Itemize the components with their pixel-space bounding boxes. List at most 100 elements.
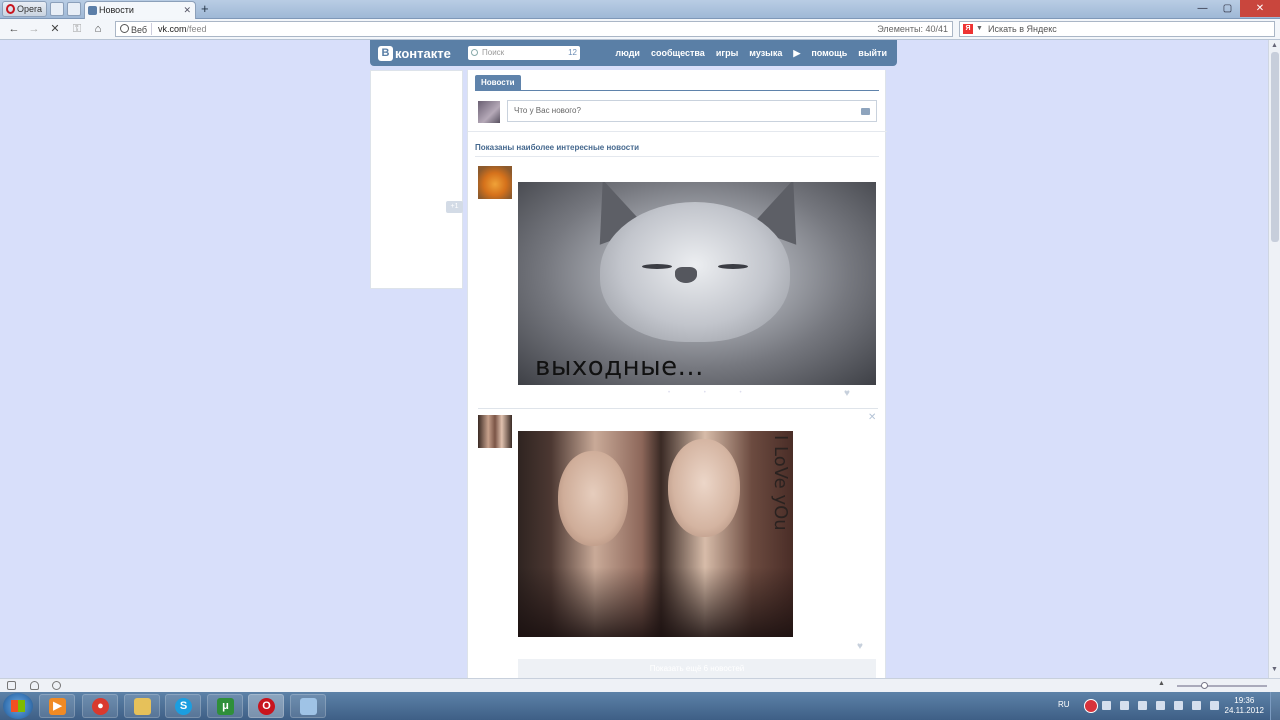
divider [478, 408, 878, 409]
scroll-down-icon[interactable]: ▼ [1271, 666, 1278, 673]
chevron-down-icon[interactable]: ▼ [976, 22, 983, 36]
clock-date: 24.11.2012 [1224, 706, 1264, 715]
yandex-search-field[interactable]: Я ▼ Искать в Яндекс [959, 21, 1275, 37]
windows-flag [11, 700, 25, 712]
post-image-caption: выходные... [535, 352, 704, 382]
maximize-button[interactable]: ▢ [1215, 0, 1240, 17]
forward-icon[interactable]: → [26, 22, 42, 36]
language-indicator[interactable]: RU [1058, 700, 1070, 709]
web-badge[interactable]: Веб [118, 23, 153, 35]
camera-icon[interactable] [861, 108, 870, 115]
post-photo-cat[interactable]: выходные... [518, 182, 876, 385]
tray-stop-icon[interactable] [1102, 701, 1111, 710]
new-post-placeholder: Что у Вас нового? [514, 106, 581, 115]
scrollbar-thumb[interactable] [1271, 52, 1279, 242]
photo-shade [518, 567, 793, 637]
skype-glyph: S [175, 698, 192, 715]
tab-close-icon[interactable]: ✕ [183, 2, 191, 18]
minimize-button[interactable]: — [1190, 0, 1215, 17]
record-icon[interactable] [1084, 699, 1098, 713]
zoom-slider-knob[interactable] [1201, 682, 1208, 689]
opera-menu-label: Opera [17, 4, 43, 14]
chrome-glyph: ● [92, 698, 109, 715]
menu-help[interactable]: помощь [811, 48, 847, 58]
stop-icon[interactable]: ✕ [47, 22, 63, 36]
heart-icon[interactable]: ♥ [857, 641, 863, 652]
key-icon[interactable]: ⚿ [69, 22, 85, 36]
close-icon[interactable]: ✕ [868, 412, 876, 423]
feed-tabs: Новости [475, 75, 521, 90]
post-author-avatar[interactable] [478, 415, 512, 448]
counter-badge[interactable]: +1 [446, 201, 463, 213]
address-toolbar: ← → ✕ ⚿ ⌂ Веб vk.com/feed Элементы: 40/4… [0, 19, 1280, 40]
vk-logo[interactable]: В контакте [378, 45, 451, 61]
notepad-glyph [300, 698, 317, 715]
opera-icon [6, 4, 15, 14]
vk-search-input[interactable]: Поиск 12 [468, 46, 580, 60]
loading-dots: • • • [668, 390, 758, 396]
opera-glyph: O [258, 698, 275, 715]
panel-icon[interactable] [7, 681, 16, 690]
notepad-icon[interactable] [290, 694, 326, 718]
show-hidden-icon[interactable] [1174, 701, 1183, 710]
home-icon[interactable]: ⌂ [90, 22, 106, 36]
opera-taskbar-icon[interactable]: O [248, 694, 284, 718]
vk-logo-letter: В [378, 45, 393, 61]
show-more-button[interactable]: Показать ещё 6 новостей [518, 659, 876, 678]
menu-people[interactable]: люди [615, 48, 640, 58]
panel-toggle-icon[interactable] [50, 2, 64, 16]
globe-icon [120, 24, 129, 33]
new-tab-button[interactable]: + [201, 1, 209, 17]
utorrent-icon[interactable]: μ [207, 694, 243, 718]
cloud-icon[interactable] [30, 681, 39, 690]
media-glyph: ▶ [49, 698, 66, 715]
volume-icon[interactable] [1210, 701, 1219, 710]
play-icon[interactable]: ▶ [793, 48, 800, 59]
vk-search-count: 12 [568, 48, 577, 57]
yandex-search-placeholder: Искать в Яндекс [988, 24, 1057, 34]
skype-icon[interactable]: S [165, 694, 201, 718]
media-player-icon[interactable]: ▶ [39, 694, 75, 718]
zoom-slider[interactable] [1177, 685, 1267, 687]
network-icon[interactable] [1192, 701, 1201, 710]
opera-menu-button[interactable]: Opera [2, 1, 47, 17]
cat-eye [642, 264, 672, 269]
menu-communities[interactable]: сообщества [651, 48, 705, 58]
post-photo-girls[interactable]: I LoVe yOu [518, 431, 793, 637]
address-field[interactable]: Веб vk.com/feed Элементы: 40/41 [115, 21, 953, 37]
windows-start-icon[interactable] [3, 693, 33, 719]
zoom-arrow-icon[interactable]: ▲ [1158, 680, 1165, 687]
tray-app-icon[interactable] [1156, 701, 1165, 710]
browser-tab-bar: Opera Новости ✕ + — ▢ ✕ [0, 0, 1280, 19]
turbo-icon[interactable] [52, 681, 61, 690]
tray-app-icon[interactable] [1120, 701, 1129, 710]
explorer-icon[interactable] [124, 694, 160, 718]
tab-news[interactable]: Новости ✕ [84, 1, 196, 19]
elements-counter: Элементы: 40/41 [877, 22, 948, 36]
menu-games[interactable]: игры [716, 48, 738, 58]
show-desktop-button[interactable] [1270, 692, 1280, 720]
tab-news-feed[interactable]: Новости [475, 75, 521, 90]
window-close-button[interactable]: ✕ [1240, 0, 1280, 17]
menu-logout[interactable]: выйти [858, 48, 887, 58]
chrome-icon[interactable]: ● [82, 694, 118, 718]
heart-icon[interactable]: ♥ [844, 388, 850, 399]
face-left [558, 451, 628, 546]
divider [468, 131, 887, 132]
utorrent-glyph: μ [217, 698, 234, 715]
vk-logo-text: контакте [395, 45, 451, 61]
vertical-scrollbar[interactable]: ▲ ▼ [1268, 40, 1280, 678]
face-right [668, 439, 740, 537]
back-icon[interactable]: ← [6, 22, 22, 36]
tray-app-icon[interactable] [1138, 701, 1147, 710]
new-post-input[interactable]: Что у Вас нового? [507, 100, 877, 122]
post-author-avatar[interactable] [478, 166, 512, 199]
tab-list-icon[interactable] [67, 2, 81, 16]
my-avatar[interactable] [478, 101, 500, 123]
yandex-icon: Я [963, 24, 973, 34]
menu-music[interactable]: музыка [749, 48, 782, 58]
clock[interactable]: 19:36 24.11.2012 [1225, 696, 1264, 716]
scroll-up-icon[interactable]: ▲ [1271, 42, 1278, 49]
search-icon [471, 49, 478, 56]
shown-news-title[interactable]: Показаны наиболее интересные новости [475, 143, 639, 152]
